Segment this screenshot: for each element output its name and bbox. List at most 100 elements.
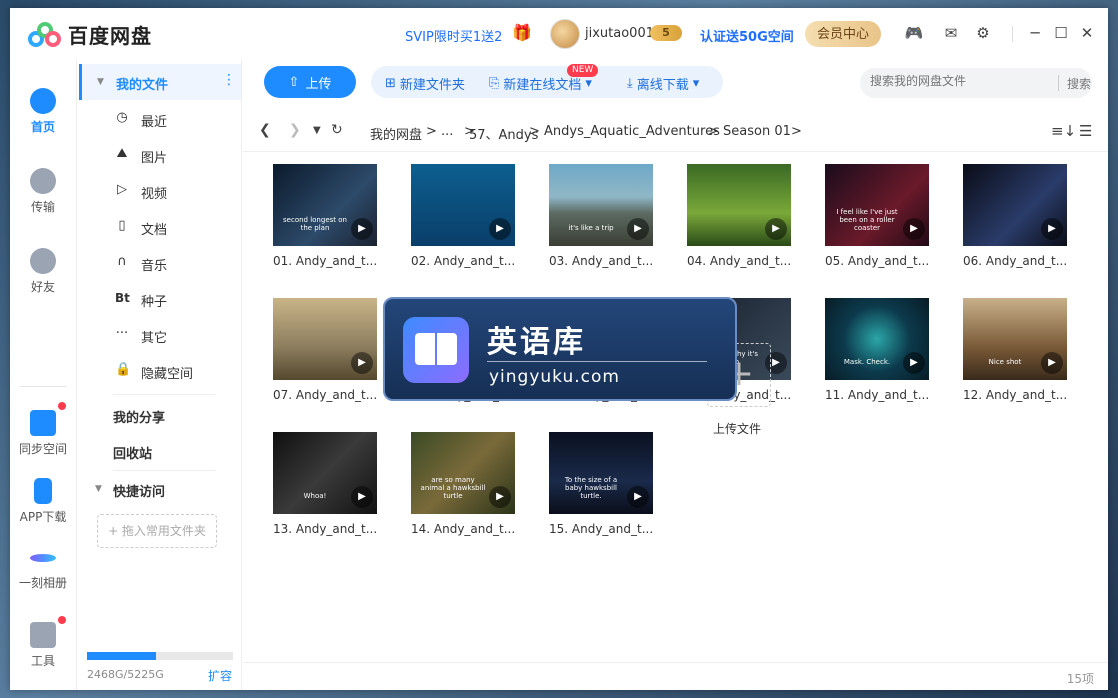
maximize-icon[interactable]: ☐ [1050,22,1072,44]
breadcrumb-item[interactable]: 我的网盘 [370,124,422,143]
upload-button[interactable]: ⇧ 上传 [264,66,356,98]
sidebar-item-images[interactable]: ⛰ 图片 [79,137,241,173]
video-file-tile[interactable]: are so many animal a hawksbill turtle ▶ 14… [411,432,521,536]
sidebar-item-quick-access[interactable]: 快捷访问 [113,481,165,500]
video-file-tile[interactable]: ▶ 06. Andy_and_t... [963,164,1073,268]
file-name[interactable]: 04. Andy_and_t... [687,254,791,268]
video-thumbnail[interactable]: are so many animal a hawksbill turtle ▶ [411,432,515,514]
drop-favorite-folder-zone[interactable]: + 拖入常用文件夹 [97,514,217,548]
video-file-tile[interactable]: ▶ 02. Andy_and_t... [411,164,521,268]
rail-item-moment-album[interactable]: 一刻相册 [10,544,76,591]
sidebar-item-my-files[interactable]: ▼ 我的文件 ⋮ [79,64,241,100]
sidebar-item-my-share[interactable]: 我的分享 [113,407,165,426]
history-dropdown-icon[interactable]: ▼ [313,125,321,136]
sidebar-item-documents[interactable]: ▯ 文档 [79,209,241,245]
sidebar-item-hidden-space[interactable]: 🔒 隐藏空间 [79,353,241,389]
video-thumbnail[interactable]: ▶ [273,298,377,380]
play-icon[interactable]: ▶ [765,218,787,240]
video-thumbnail[interactable]: Whoa! ▶ [273,432,377,514]
play-icon[interactable]: ▶ [351,218,373,240]
video-file-tile[interactable]: Mask. Check. ▶ 11. Andy_and_t... [825,298,935,402]
verify-promo-link[interactable]: 认证送50G空间 [700,26,794,45]
file-name[interactable]: 11. Andy_and_t... [825,388,929,402]
video-file-tile[interactable]: it's like a trip ▶ 03. Andy_and_t... [549,164,659,268]
file-name[interactable]: 14. Andy_and_t... [411,522,515,536]
play-icon[interactable]: ▶ [1041,352,1063,374]
expand-triangle-icon[interactable]: ▼ [97,77,104,87]
search-button[interactable]: 搜索 [1067,75,1091,92]
sidebar-item-music[interactable]: ∩ 音乐 [79,245,241,281]
rail-item-app-download[interactable]: APP下载 [10,478,76,525]
video-file-tile[interactable]: second longest on the plan ▶ 01. Andy_and_… [273,164,383,268]
video-thumbnail[interactable]: ▶ [687,164,791,246]
refresh-icon[interactable]: ↻ [331,122,343,138]
file-name[interactable]: 13. Andy_and_t... [273,522,377,536]
video-thumbnail[interactable]: it's like a trip ▶ [549,164,653,246]
sidebar-item-others[interactable]: ··· 其它 [79,317,241,353]
video-thumbnail[interactable]: ▶ [963,164,1067,246]
breadcrumb-item[interactable]: Season 01 [723,124,791,139]
play-icon[interactable]: ▶ [903,218,925,240]
video-file-tile[interactable]: I feel like I've just been on a roller c… [825,164,935,268]
expand-storage-link[interactable]: 扩容 [208,667,232,684]
sidebar-item-videos[interactable]: ▷ 视频 [79,173,241,209]
video-thumbnail[interactable]: Mask. Check. ▶ [825,298,929,380]
play-icon[interactable]: ▶ [1041,218,1063,240]
minimize-icon[interactable]: ─ [1024,22,1046,44]
more-options-icon[interactable]: ⋮ [222,72,236,88]
search-input[interactable] [870,74,1050,88]
rail-item-home[interactable]: 首页 [10,88,76,135]
video-thumbnail[interactable]: ▶ [411,164,515,246]
video-file-tile[interactable]: To the size of a baby hawksbill turtle. ▶… [549,432,659,536]
file-name[interactable]: 06. Andy_and_t... [963,254,1067,268]
video-thumbnail[interactable]: To the size of a baby hawksbill turtle. ▶ [549,432,653,514]
list-view-icon[interactable]: ☰ [1079,122,1092,140]
vip-level-badge[interactable]: 5 [650,25,682,41]
video-thumbnail[interactable]: second longest on the plan ▶ [273,164,377,246]
breadcrumb-item[interactable]: Andys_Aquatic_Adventures [544,124,720,139]
play-icon[interactable]: ▶ [627,218,649,240]
file-name[interactable]: 03. Andy_and_t... [549,254,653,268]
sidebar-item-recent[interactable]: ◷ 最近 [79,101,241,137]
settings-icon[interactable]: ⚙ [972,22,994,44]
offline-download-button[interactable]: ⤓ 离线下载 ▾ [627,74,699,93]
collapse-triangle-icon[interactable]: ▼ [95,484,102,494]
file-name[interactable]: 12. Andy_and_t... [963,388,1067,402]
video-file-tile[interactable]: ▶ 07. Andy_and_t... [273,298,383,402]
file-name[interactable]: 02. Andy_and_t... [411,254,515,268]
file-name[interactable]: 07. Andy_and_t... [273,388,377,402]
close-icon[interactable]: ✕ [1076,22,1098,44]
video-file-tile[interactable]: Nice shot ▶ 12. Andy_and_t... [963,298,1073,402]
file-name[interactable]: 05. Andy_and_t... [825,254,929,268]
game-controller-icon[interactable]: 🎮 [903,22,925,44]
forward-icon[interactable]: ❯ [289,122,301,138]
video-file-tile[interactable]: ▶ 04. Andy_and_t... [687,164,797,268]
sidebar-item-torrents[interactable]: Bt 种子 [79,281,241,317]
play-icon[interactable]: ▶ [351,486,373,508]
play-icon[interactable]: ▶ [903,352,925,374]
rail-item-transfer[interactable]: 传输 [10,168,76,215]
video-thumbnail[interactable]: Nice shot ▶ [963,298,1067,380]
gift-icon[interactable]: 🎁 [512,24,532,42]
sort-icon[interactable]: ≡↓ [1051,122,1076,140]
back-icon[interactable]: ❮ [259,122,271,138]
member-center-button[interactable]: 会员中心 [805,21,881,47]
play-icon[interactable]: ▶ [351,352,373,374]
video-thumbnail[interactable]: I feel like I've just been on a roller c… [825,164,929,246]
breadcrumb-item[interactable]: ... [441,124,453,139]
file-name[interactable]: 01. Andy_and_t... [273,254,377,268]
avatar[interactable] [550,19,580,49]
play-icon[interactable]: ▶ [627,486,649,508]
breadcrumb-item[interactable]: 57、Andys [469,124,538,143]
rail-item-tools[interactable]: 工具 [10,616,76,669]
sidebar-item-recycle-bin[interactable]: 回收站 [113,443,152,462]
rail-item-sync-space[interactable]: 同步空间 [10,402,76,457]
play-icon[interactable]: ▶ [489,218,511,240]
play-icon[interactable]: ▶ [489,486,511,508]
video-file-tile[interactable]: Whoa! ▶ 13. Andy_and_t... [273,432,383,536]
new-folder-button[interactable]: ⊞ 新建文件夹 [385,74,465,93]
svip-promo-link[interactable]: SVIP限时买1送2 [405,26,502,45]
rail-item-friends[interactable]: 好友 [10,248,76,295]
username[interactable]: jixutao001 [585,26,654,41]
file-name[interactable]: 15. Andy_and_t... [549,522,653,536]
